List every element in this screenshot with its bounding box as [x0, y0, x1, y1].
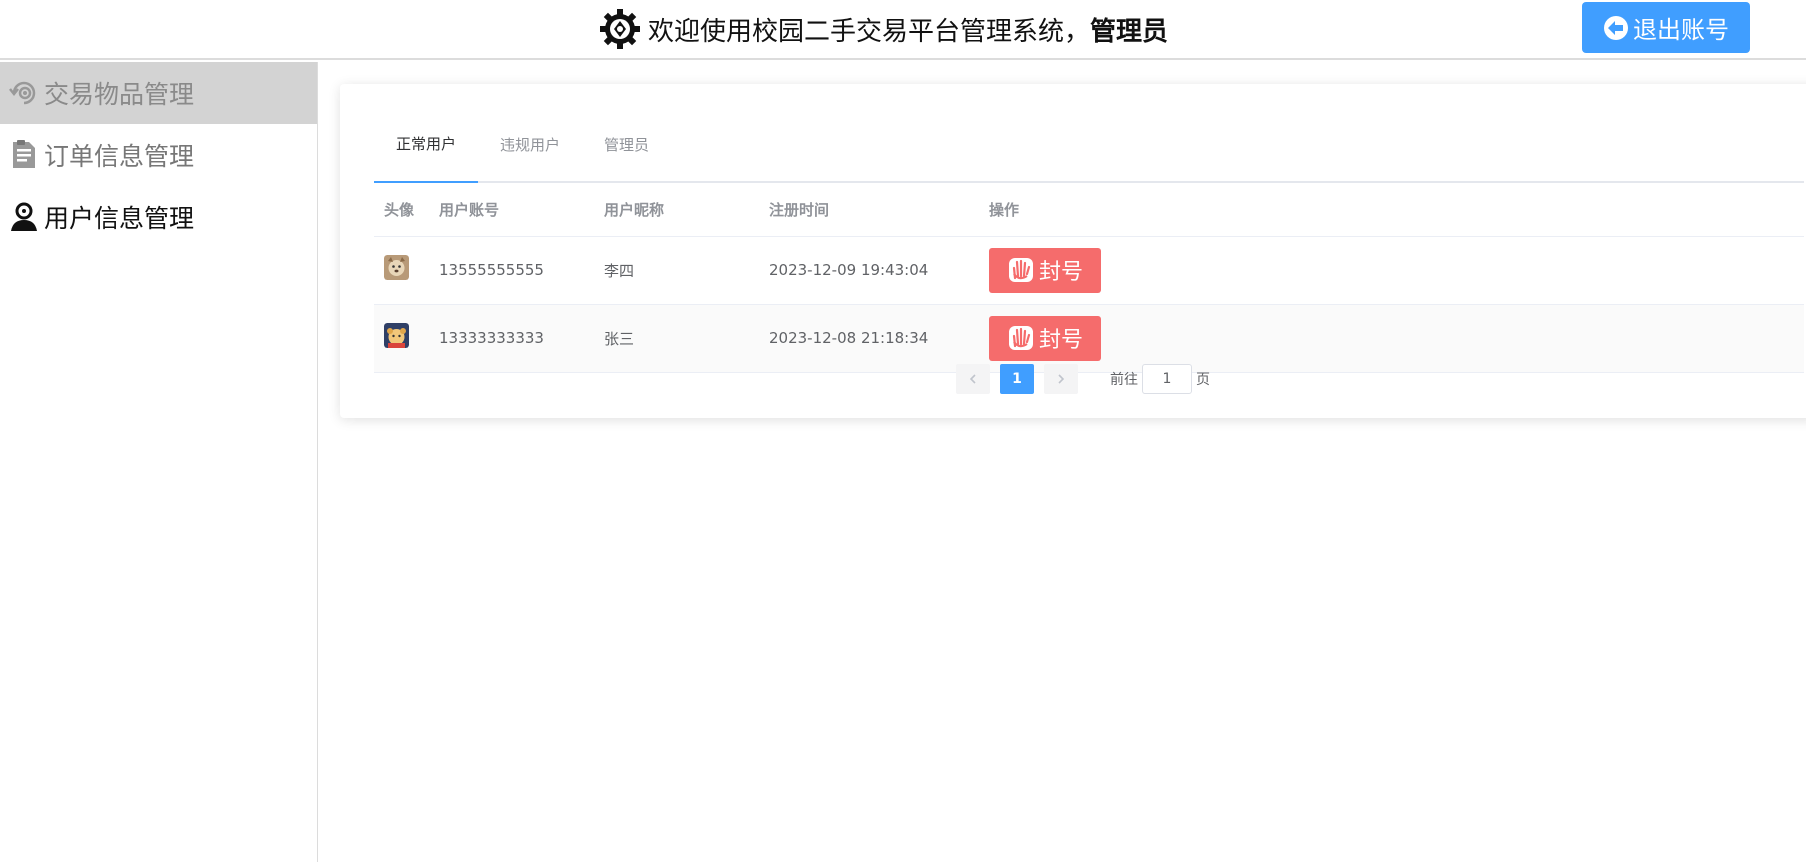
column-header-account: 用户账号 — [429, 184, 594, 237]
sidebar-item-orders[interactable]: 订单信息管理 — [0, 124, 317, 186]
next-page-button[interactable] — [1044, 364, 1078, 394]
pagination: 1 前往 页 — [956, 364, 1210, 394]
tab-normal-users[interactable]: 正常用户 — [374, 106, 479, 183]
action-cell: 封号 — [979, 304, 1804, 373]
nickname-cell: 张三 — [594, 304, 759, 373]
ban-button[interactable]: 封号 — [989, 247, 1101, 293]
sidebar-item-label: 订单信息管理 — [44, 142, 195, 171]
column-header-avatar: 头像 — [374, 184, 429, 237]
prev-page-button[interactable] — [956, 364, 990, 394]
chevron-left-icon — [969, 374, 976, 384]
goto-suffix: 页 — [1196, 372, 1210, 388]
ban-label: 封号 — [1038, 328, 1083, 353]
arrow-left-icon — [1604, 15, 1628, 40]
account-cell: 13333333333 — [429, 304, 594, 373]
registered-cell: 2023-12-09 19:43:04 — [759, 236, 979, 305]
sidebar-item-users[interactable]: 用户信息管理 — [0, 186, 317, 248]
page-number[interactable]: 1 — [1000, 364, 1034, 394]
tab-admins[interactable]: 管理员 — [582, 106, 671, 183]
nickname-cell: 李四 — [594, 236, 759, 305]
sidebar: 交易物品管理 订单信息管理 用户信息管理 — [0, 62, 318, 862]
gear-icon — [598, 7, 642, 51]
sidebar-item-label: 用户信息管理 — [44, 204, 195, 233]
users-table: 头像 用户账号 用户昵称 注册时间 操作 13555555555 李四 2023… — [374, 184, 1804, 373]
goto-page-input[interactable] — [1142, 364, 1192, 394]
sidebar-item-label: 交易物品管理 — [44, 80, 195, 109]
avatar — [384, 322, 409, 348]
tab-violating-users[interactable]: 违规用户 — [478, 106, 582, 183]
action-cell: 封号 — [979, 236, 1804, 305]
sidebar-item-goods[interactable]: 交易物品管理 — [0, 62, 317, 124]
welcome-title: 欢迎使用校园二手交易平台管理系统， 管理员 — [598, 4, 1168, 54]
avatar-cell — [374, 304, 429, 373]
user-icon — [8, 201, 40, 233]
column-header-registered: 注册时间 — [759, 184, 979, 237]
tab-bar: 正常用户 违规用户 管理员 — [374, 106, 1804, 183]
logout-label: 退出账号 — [1633, 16, 1729, 44]
avatar-cell — [374, 236, 429, 305]
logout-button[interactable]: 退出账号 — [1582, 2, 1750, 53]
ban-label: 封号 — [1038, 260, 1083, 285]
avatar — [384, 254, 409, 280]
user-role: 管理员 — [1090, 16, 1169, 47]
document-icon — [8, 139, 40, 171]
table-row: 13555555555 李四 2023-12-09 19:43:04 封号 — [374, 236, 1804, 305]
registered-cell: 2023-12-08 21:18:34 — [759, 304, 979, 373]
hand-icon — [1008, 326, 1033, 350]
hand-icon — [1008, 258, 1033, 282]
eye-refresh-icon — [8, 77, 40, 109]
welcome-text: 欢迎使用校园二手交易平台管理系统， — [648, 16, 1091, 47]
goto-prefix: 前往 — [1110, 372, 1138, 388]
user-management-card: 正常用户 违规用户 管理员 头像 用户账号 用户昵称 注册时间 操作 13555… — [340, 84, 1806, 418]
account-cell: 13555555555 — [429, 236, 594, 305]
column-header-nickname: 用户昵称 — [594, 184, 759, 237]
chevron-right-icon — [1058, 374, 1065, 384]
column-header-action: 操作 — [979, 184, 1804, 237]
top-header: 欢迎使用校园二手交易平台管理系统， 管理员 退出账号 — [0, 0, 1806, 60]
table-header-row: 头像 用户账号 用户昵称 注册时间 操作 — [374, 184, 1804, 237]
table-row: 13333333333 张三 2023-12-08 21:18:34 封号 — [374, 304, 1804, 373]
goto-page: 前往 页 — [1110, 364, 1210, 394]
ban-button[interactable]: 封号 — [989, 315, 1101, 361]
